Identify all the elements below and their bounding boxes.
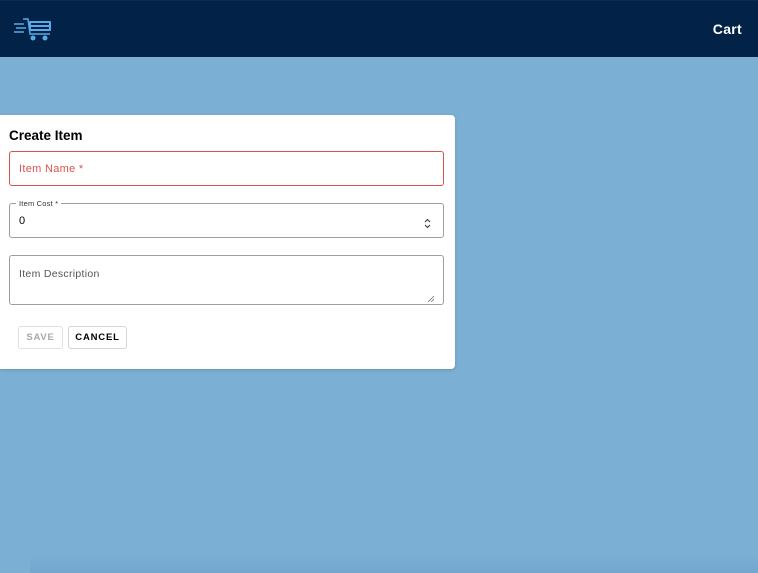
resize-handle-icon[interactable] — [427, 289, 435, 303]
item-cost-field[interactable]: Item Cost * 0 — [9, 199, 444, 238]
cart-link[interactable]: Cart — [713, 21, 742, 37]
item-name-field[interactable]: Item Name * — [9, 151, 444, 186]
form-title: Create Item — [9, 128, 83, 143]
save-button[interactable]: SAVE — [18, 326, 63, 349]
item-name-label: Item Name * — [19, 163, 84, 175]
bottom-shadow — [30, 555, 758, 573]
app-bar: Cart — [0, 0, 758, 57]
cancel-button[interactable]: CANCEL — [68, 326, 127, 349]
create-item-card: Create Item Item Name * Item Cost * 0 It… — [0, 115, 455, 369]
item-cost-value: 0 — [19, 215, 26, 227]
item-description-label: Item Description — [19, 268, 100, 280]
item-description-field[interactable]: Item Description — [9, 255, 444, 305]
item-cost-label: Item Cost * — [16, 199, 62, 208]
number-spinner-icon[interactable] — [424, 216, 431, 229]
cart-logo-icon[interactable] — [14, 16, 54, 42]
